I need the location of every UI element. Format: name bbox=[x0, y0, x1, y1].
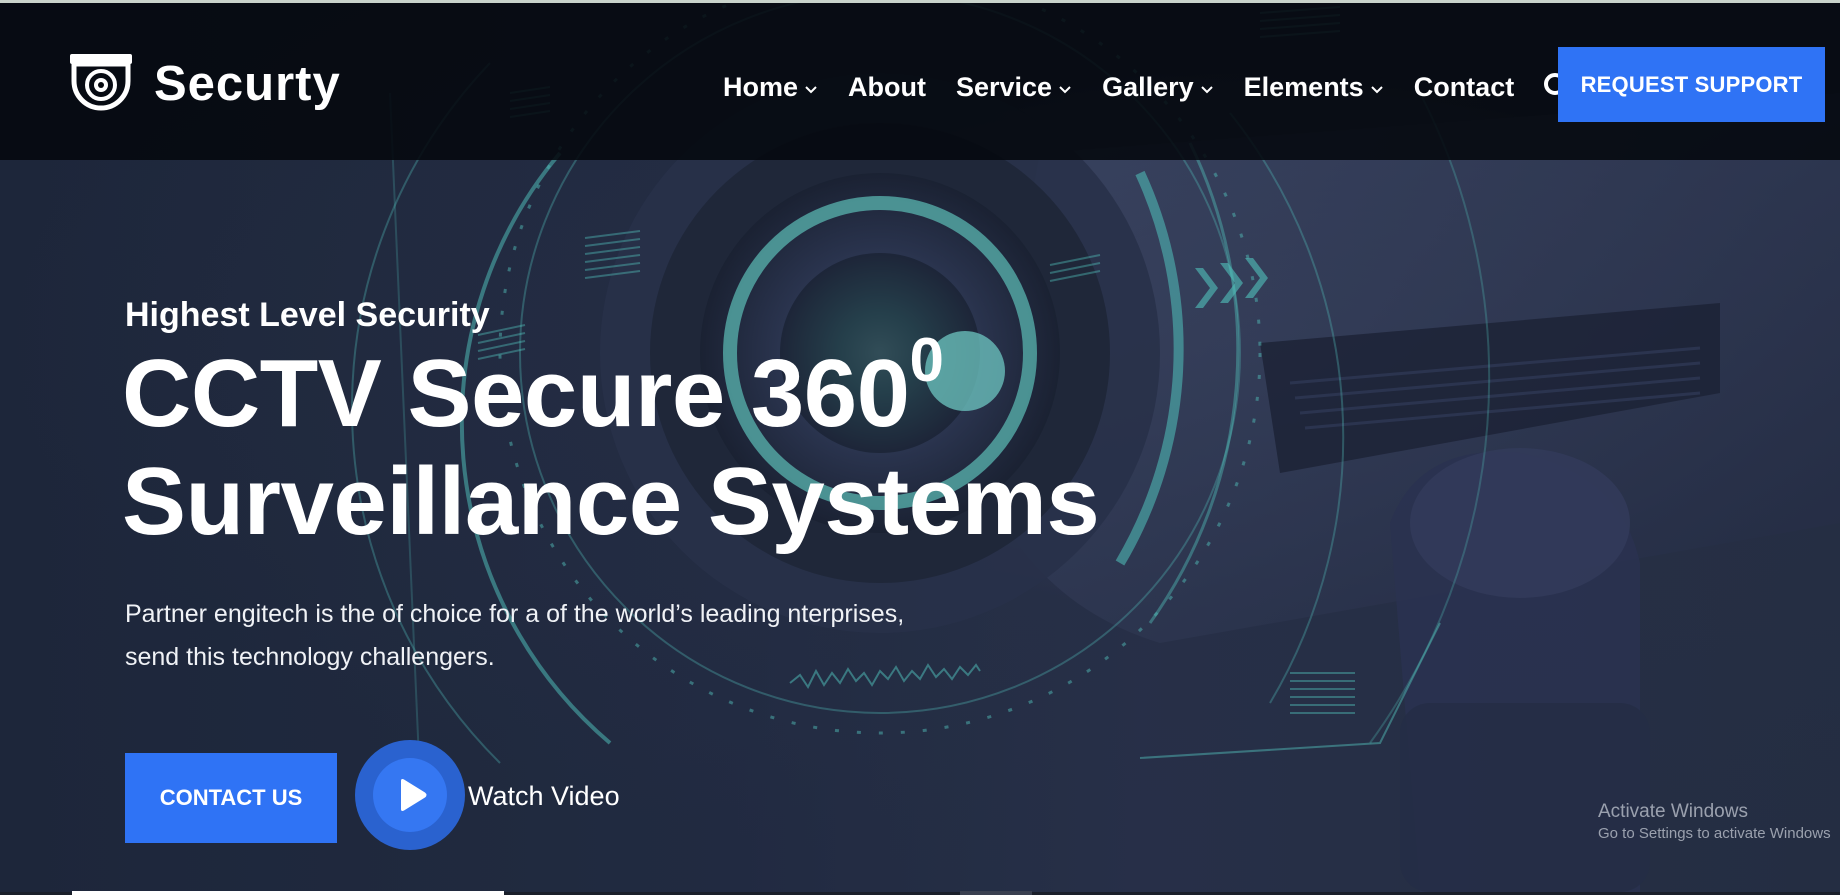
nav-item-gallery[interactable]: Gallery bbox=[1102, 72, 1214, 103]
nav-item-service[interactable]: Service bbox=[956, 72, 1072, 103]
hero-description-line: Partner engitech is the of choice for a … bbox=[125, 600, 905, 628]
nav-item-label: About bbox=[848, 71, 926, 102]
hero-eyebrow: Highest Level Security bbox=[125, 296, 490, 334]
nav-item-elements[interactable]: Elements bbox=[1244, 72, 1384, 103]
hero-description: Partner engitech is the of choice for a … bbox=[125, 593, 1005, 679]
watch-video-link[interactable]: Watch Video bbox=[468, 781, 620, 812]
header-navbar: Securty Home About Service Gallery Eleme… bbox=[0, 3, 1840, 160]
chevron-down-icon bbox=[1200, 86, 1213, 94]
hero-title-line1: CCTV Secure 360 bbox=[122, 340, 910, 447]
play-button-inner bbox=[373, 758, 447, 832]
nav-item-label: Contact bbox=[1413, 71, 1515, 102]
nav-item-label: Home bbox=[723, 71, 799, 102]
watermark-title: Activate Windows bbox=[1598, 801, 1748, 822]
hero-title-line2: Surveillance Systems bbox=[122, 448, 1100, 555]
contact-us-button[interactable]: CONTACT US bbox=[125, 753, 337, 843]
nav-item-label: Elements bbox=[1243, 71, 1364, 102]
chevron-down-icon bbox=[1059, 86, 1071, 94]
windows-activation-watermark: Activate Windows Go to Settings to activ… bbox=[1598, 800, 1831, 844]
hero-title-superscript: 0 bbox=[909, 326, 944, 395]
nav-item-label: Service bbox=[955, 71, 1053, 102]
nav-item-contact[interactable]: Contact bbox=[1414, 72, 1515, 103]
main-nav: Home About Service Gallery Elements Cont… bbox=[723, 67, 1574, 107]
nav-item-about[interactable]: About bbox=[848, 72, 926, 103]
hero-title: CCTV Secure 3600 Surveillance Systems bbox=[122, 330, 1100, 556]
nav-item-home[interactable]: Home bbox=[723, 72, 818, 103]
watermark-subtitle: Go to Settings to activate Windows bbox=[1598, 825, 1831, 842]
nav-item-label: Gallery bbox=[1102, 71, 1194, 102]
scroll-indicator bbox=[960, 891, 1032, 895]
watch-video-play-button[interactable] bbox=[355, 740, 465, 850]
brand-name: Securty bbox=[154, 56, 341, 111]
chevron-down-icon bbox=[805, 86, 817, 94]
brand-logo[interactable]: Securty bbox=[68, 51, 341, 117]
hero-description-line: send this technology challengers. bbox=[125, 643, 495, 671]
chevron-down-icon bbox=[1370, 86, 1383, 94]
cctv-camera-logo-icon bbox=[70, 54, 132, 111]
horizontal-scrollbar-thumb[interactable] bbox=[72, 891, 504, 895]
play-icon bbox=[401, 779, 427, 811]
request-support-button[interactable]: REQUEST SUPPORT bbox=[1558, 47, 1825, 122]
